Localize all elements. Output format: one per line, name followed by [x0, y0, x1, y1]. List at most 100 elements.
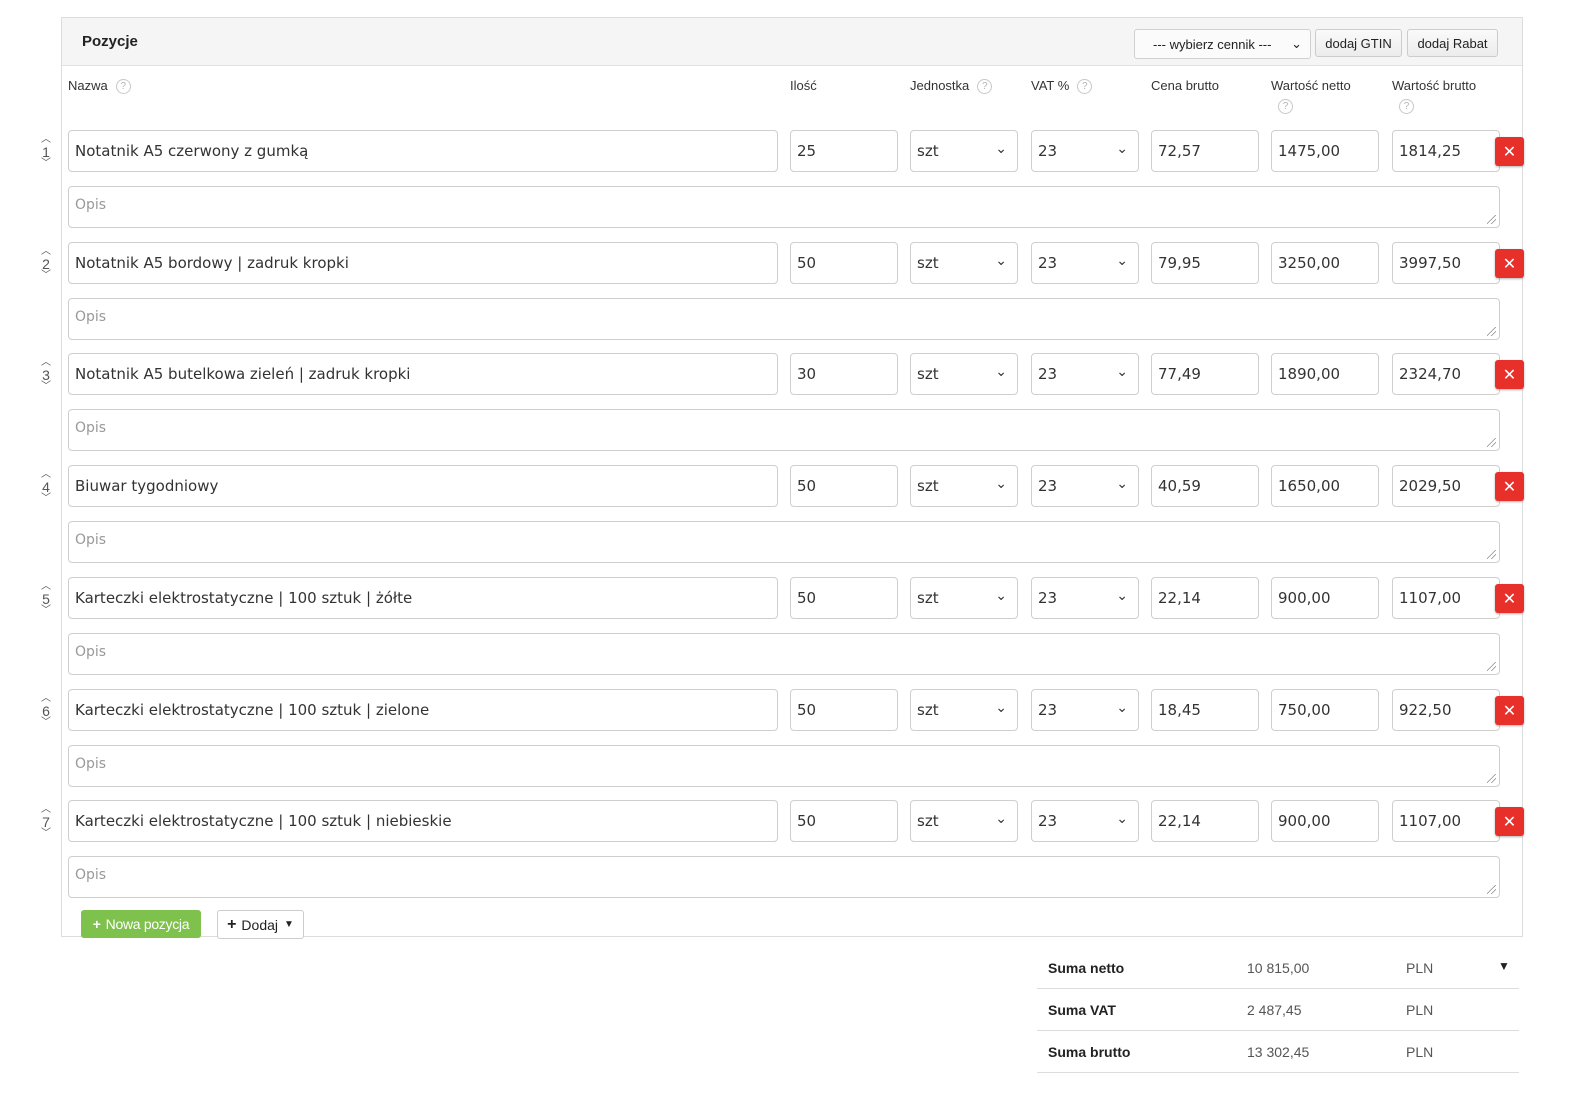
delete-item-button[interactable]: ✕: [1495, 472, 1524, 501]
delete-item-button[interactable]: ✕: [1495, 696, 1524, 725]
chevron-down-icon[interactable]: ﹀: [36, 159, 56, 169]
item-gross-price-input[interactable]: 22,14: [1151, 577, 1259, 619]
item-qty-input[interactable]: 50: [790, 465, 898, 507]
item-gross-price-input[interactable]: 79,95: [1151, 242, 1259, 284]
item-qty-input[interactable]: 50: [790, 800, 898, 842]
item-gross-value-input[interactable]: 3997,50: [1392, 242, 1500, 284]
item-net-value-input[interactable]: 750,00: [1271, 689, 1379, 731]
item-unit-select[interactable]: szt ⌄: [910, 800, 1018, 842]
item-description-input[interactable]: Opis: [68, 745, 1500, 787]
item-unit-select[interactable]: szt ⌄: [910, 689, 1018, 731]
chevron-down-icon[interactable]: ﹀: [36, 271, 56, 281]
resize-handle-icon[interactable]: [1487, 662, 1496, 671]
item-qty-input[interactable]: 50: [790, 689, 898, 731]
pricelist-select[interactable]: --- wybierz cennik --- ⌄: [1134, 29, 1311, 59]
item-net-value-input[interactable]: 900,00: [1271, 577, 1379, 619]
item-gross-price-input[interactable]: 40,59: [1151, 465, 1259, 507]
help-icon[interactable]: ?: [1077, 79, 1093, 95]
caret-down-icon[interactable]: ▼: [1498, 959, 1510, 973]
new-item-button[interactable]: + Nowa pozycja: [81, 910, 201, 938]
item-description-input[interactable]: Opis: [68, 633, 1500, 675]
item-unit-select[interactable]: szt ⌄: [910, 353, 1018, 395]
item-unit-select[interactable]: szt ⌄: [910, 465, 1018, 507]
item-name-input[interactable]: Notatnik A5 bordowy | zadruk kropki: [68, 242, 778, 284]
chevron-down-icon: ⌄: [1116, 811, 1128, 827]
chevron-up-icon[interactable]: ︿: [36, 358, 56, 368]
item-gross-price-input[interactable]: 22,14: [1151, 800, 1259, 842]
resize-handle-icon[interactable]: [1487, 774, 1496, 783]
item-name-input[interactable]: Biuwar tygodniowy: [68, 465, 778, 507]
item-vat-select[interactable]: 23 ⌄: [1031, 242, 1139, 284]
add-dropdown-button[interactable]: + Dodaj ▼: [217, 910, 304, 939]
item-gross-value-input[interactable]: 1107,00: [1392, 577, 1500, 619]
item-gross-value-input[interactable]: 2324,70: [1392, 353, 1500, 395]
item-gross-value-input[interactable]: 1814,25: [1392, 130, 1500, 172]
item-vat-select[interactable]: 23 ⌄: [1031, 800, 1139, 842]
item-net-value-input[interactable]: 3250,00: [1271, 242, 1379, 284]
chevron-up-icon[interactable]: ︿: [36, 582, 56, 592]
delete-item-button[interactable]: ✕: [1495, 807, 1524, 836]
resize-handle-icon[interactable]: [1487, 885, 1496, 894]
help-icon[interactable]: ?: [1399, 99, 1414, 114]
panel-header: Pozycje --- wybierz cennik --- ⌄ dodaj G…: [62, 18, 1522, 66]
help-icon[interactable]: ?: [1278, 99, 1293, 114]
item-name-input[interactable]: Karteczki elektrostatyczne | 100 sztuk |…: [68, 689, 778, 731]
chevron-down-icon[interactable]: ﹀: [36, 718, 56, 728]
item-qty-input[interactable]: 25: [790, 130, 898, 172]
add-discount-button[interactable]: dodaj Rabat: [1407, 29, 1498, 57]
delete-item-button[interactable]: ✕: [1495, 249, 1524, 278]
item-description-input[interactable]: Opis: [68, 298, 1500, 340]
item-name-input[interactable]: Karteczki elektrostatyczne | 100 sztuk |…: [68, 577, 778, 619]
row-order: ︿ 5 ﹀: [36, 582, 56, 623]
item-unit-select[interactable]: szt ⌄: [910, 130, 1018, 172]
help-icon[interactable]: ?: [115, 79, 131, 95]
chevron-down-icon: ⌄: [1116, 700, 1128, 716]
item-description-input[interactable]: Opis: [68, 409, 1500, 451]
item-vat-select[interactable]: 23 ⌄: [1031, 353, 1139, 395]
item-vat-select[interactable]: 23 ⌄: [1031, 465, 1139, 507]
chevron-up-icon[interactable]: ︿: [36, 470, 56, 480]
chevron-up-icon[interactable]: ︿: [36, 805, 56, 815]
item-net-value-input[interactable]: 900,00: [1271, 800, 1379, 842]
item-qty-input[interactable]: 50: [790, 242, 898, 284]
item-qty-input[interactable]: 30: [790, 353, 898, 395]
item-unit-select[interactable]: szt ⌄: [910, 577, 1018, 619]
item-vat-select[interactable]: 23 ⌄: [1031, 130, 1139, 172]
item-name-input[interactable]: Notatnik A5 czerwony z gumką: [68, 130, 778, 172]
chevron-down-icon[interactable]: ﹀: [36, 382, 56, 392]
item-gross-price-input[interactable]: 72,57: [1151, 130, 1259, 172]
item-name-input[interactable]: Karteczki elektrostatyczne | 100 sztuk |…: [68, 800, 778, 842]
chevron-down-icon[interactable]: ﹀: [36, 606, 56, 616]
item-gross-value-input[interactable]: 922,50: [1392, 689, 1500, 731]
delete-item-button[interactable]: ✕: [1495, 360, 1524, 389]
chevron-up-icon[interactable]: ︿: [36, 694, 56, 704]
add-gtin-button[interactable]: dodaj GTIN: [1315, 29, 1402, 57]
resize-handle-icon[interactable]: [1487, 215, 1496, 224]
item-name-input[interactable]: Notatnik A5 butelkowa zieleń | zadruk kr…: [68, 353, 778, 395]
item-gross-value-input[interactable]: 2029,50: [1392, 465, 1500, 507]
chevron-down-icon[interactable]: ﹀: [36, 829, 56, 839]
item-row: ︿ 7 ﹀ Karteczki elektrostatyczne | 100 s…: [0, 800, 1580, 912]
chevron-up-icon[interactable]: ︿: [36, 247, 56, 257]
item-description-input[interactable]: Opis: [68, 186, 1500, 228]
item-gross-price-input[interactable]: 18,45: [1151, 689, 1259, 731]
resize-handle-icon[interactable]: [1487, 327, 1496, 336]
item-vat-select[interactable]: 23 ⌄: [1031, 577, 1139, 619]
item-vat-select[interactable]: 23 ⌄: [1031, 689, 1139, 731]
item-gross-price-input[interactable]: 77,49: [1151, 353, 1259, 395]
help-icon[interactable]: ?: [977, 79, 993, 95]
delete-item-button[interactable]: ✕: [1495, 584, 1524, 613]
item-qty-input[interactable]: 50: [790, 577, 898, 619]
chevron-down-icon[interactable]: ﹀: [36, 494, 56, 504]
item-gross-value-input[interactable]: 1107,00: [1392, 800, 1500, 842]
item-net-value-input[interactable]: 1890,00: [1271, 353, 1379, 395]
chevron-up-icon[interactable]: ︿: [36, 135, 56, 145]
resize-handle-icon[interactable]: [1487, 550, 1496, 559]
item-net-value-input[interactable]: 1475,00: [1271, 130, 1379, 172]
delete-item-button[interactable]: ✕: [1495, 137, 1524, 166]
resize-handle-icon[interactable]: [1487, 438, 1496, 447]
item-description-input[interactable]: Opis: [68, 856, 1500, 898]
item-unit-select[interactable]: szt ⌄: [910, 242, 1018, 284]
item-description-input[interactable]: Opis: [68, 521, 1500, 563]
item-net-value-input[interactable]: 1650,00: [1271, 465, 1379, 507]
